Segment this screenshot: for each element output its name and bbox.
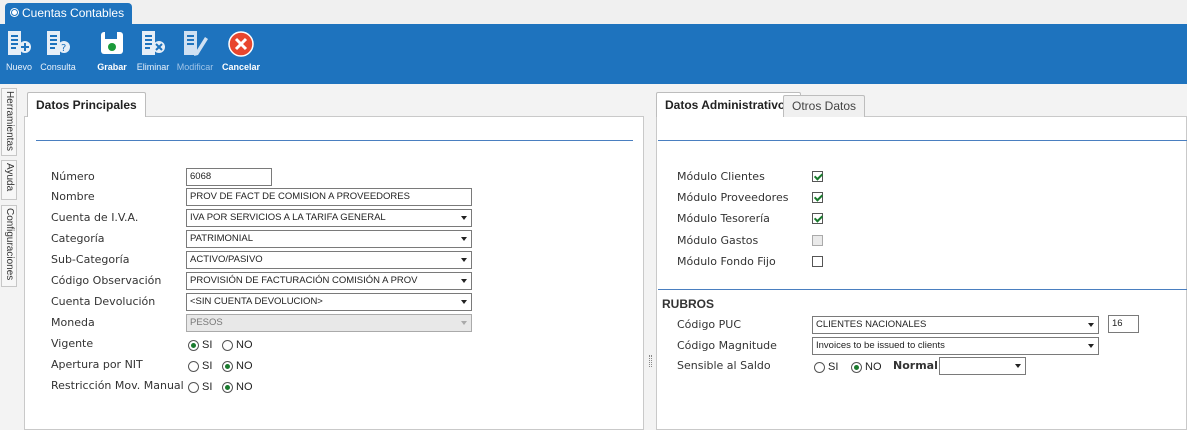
- svg-text:?: ?: [61, 43, 66, 54]
- chevron-down-icon: [461, 321, 467, 325]
- categoria-select[interactable]: PATRIMONIAL: [186, 230, 472, 248]
- vigente-si-radio[interactable]: [188, 340, 199, 351]
- modulo-fondo-fijo-checkbox[interactable]: [812, 256, 823, 267]
- modulo-gastos-checkbox: [812, 235, 823, 246]
- save-disk-icon: [101, 32, 123, 54]
- normal-select[interactable]: [939, 357, 1026, 375]
- nombre-label: Nombre: [51, 190, 95, 203]
- edit-document-icon: [184, 31, 208, 56]
- delete-document-icon: [142, 31, 165, 55]
- rubros-title: RUBROS: [662, 297, 715, 311]
- chevron-down-icon: [461, 237, 467, 241]
- restriccion-si-radio[interactable]: [188, 382, 199, 393]
- subcategoria-select[interactable]: ACTIVO/PASIVO: [186, 251, 472, 269]
- panel-splitter-handle[interactable]: [649, 355, 652, 367]
- sensible-saldo-label: Sensible al Saldo: [677, 359, 771, 372]
- modulo-clientes-label: Módulo Clientes: [677, 170, 765, 183]
- moneda-label: Moneda: [51, 316, 95, 329]
- restriccion-no-label: NO: [236, 381, 253, 393]
- new-document-icon: [8, 31, 31, 55]
- tab-otros-datos[interactable]: Otros Datos: [783, 95, 866, 117]
- vigente-no-label: NO: [236, 339, 253, 351]
- app-tab-label: Cuentas Contables: [22, 6, 125, 20]
- chevron-down-icon: [1088, 344, 1094, 348]
- modulo-clientes-checkbox[interactable]: [812, 171, 823, 182]
- tab-cuentas-contables[interactable]: Cuentas Contables: [5, 3, 133, 24]
- nuevo-button[interactable]: Nuevo: [4, 27, 34, 73]
- grabar-button[interactable]: Grabar: [96, 27, 128, 73]
- query-document-icon: ?: [47, 31, 70, 55]
- codigo-observacion-label: Código Observación: [51, 274, 162, 287]
- sensible-no-radio[interactable]: [851, 362, 862, 373]
- modulo-tesoreria-checkbox[interactable]: [812, 213, 823, 224]
- modulo-proveedores-label: Módulo Proveedores: [677, 191, 789, 204]
- modificar-button[interactable]: Modificar: [174, 27, 216, 73]
- side-tab-herramientas[interactable]: Herramientas: [1, 88, 17, 156]
- vigente-si-label: SI: [202, 339, 213, 351]
- app-icon: [11, 9, 18, 16]
- cancel-icon: [228, 31, 254, 57]
- subcategoria-label: Sub-Categoría: [51, 253, 130, 266]
- sensible-si-radio[interactable]: [814, 362, 825, 373]
- sensible-si-label: SI: [828, 361, 839, 373]
- moneda-select: PESOS: [186, 314, 472, 332]
- chevron-down-icon: [461, 300, 467, 304]
- cuenta-iva-select[interactable]: IVA POR SERVICIOS A LA TARIFA GENERAL: [186, 209, 472, 227]
- codigo-puc-code-field[interactable]: 16: [1108, 315, 1139, 333]
- eliminar-button[interactable]: Eliminar: [133, 27, 173, 73]
- side-tab-configuraciones[interactable]: Configuraciones: [1, 205, 17, 287]
- modulo-tesoreria-label: Módulo Tesorería: [677, 212, 770, 225]
- tab-datos-administrativos[interactable]: Datos Administrativos: [656, 92, 801, 117]
- tab-datos-principales[interactable]: Datos Principales: [27, 92, 146, 117]
- apertura-no-radio[interactable]: [222, 361, 233, 372]
- cuenta-devolucion-select[interactable]: <SIN CUENTA DEVOLUCION>: [186, 293, 472, 311]
- side-tab-ayuda[interactable]: Ayuda: [1, 160, 17, 200]
- toolbar-ribbon: Nuevo ? Consulta Grabar Eliminar Modific…: [0, 24, 1187, 84]
- consulta-button[interactable]: ? Consulta: [38, 27, 78, 73]
- cuenta-devolucion-label: Cuenta Devolución: [51, 295, 156, 308]
- restriccion-label: Restricción Mov. Manual: [51, 379, 184, 392]
- divider: [36, 140, 633, 141]
- codigo-puc-label: Código PUC: [677, 318, 742, 331]
- numero-label: Número: [51, 170, 95, 183]
- codigo-magnitude-label: Código Magnitude: [677, 339, 777, 352]
- sensible-no-label: NO: [865, 361, 882, 373]
- codigo-magnitude-select[interactable]: Invoices to be issued to clients: [812, 337, 1099, 355]
- modulo-gastos-label: Módulo Gastos: [677, 234, 759, 247]
- normal-label: Normal: [893, 359, 938, 372]
- apertura-si-radio[interactable]: [188, 361, 199, 372]
- right-panel: [656, 116, 1187, 430]
- chevron-down-icon: [461, 216, 467, 220]
- top-bar: Cuentas Contables: [0, 0, 1187, 24]
- apertura-nit-label: Apertura por NIT: [51, 358, 143, 371]
- apertura-no-label: NO: [236, 360, 253, 372]
- cuenta-iva-label: Cuenta de I.V.A.: [51, 211, 139, 224]
- modulo-proveedores-checkbox[interactable]: [812, 192, 823, 203]
- vigente-label: Vigente: [51, 337, 94, 350]
- chevron-down-icon: [1088, 323, 1094, 327]
- numero-field[interactable]: 6068: [186, 168, 272, 186]
- divider: [658, 140, 1187, 141]
- chevron-down-icon: [461, 258, 467, 262]
- apertura-si-label: SI: [202, 360, 213, 372]
- nombre-field[interactable]: PROV DE FACT DE COMISION A PROVEEDORES: [186, 188, 472, 206]
- divider: [658, 289, 1187, 290]
- vigente-no-radio[interactable]: [222, 340, 233, 351]
- chevron-down-icon: [1015, 364, 1021, 368]
- restriccion-no-radio[interactable]: [222, 382, 233, 393]
- restriccion-si-label: SI: [202, 381, 213, 393]
- codigo-puc-select[interactable]: CLIENTES NACIONALES: [812, 316, 1099, 334]
- codigo-observacion-select[interactable]: PROVISIÓN DE FACTURACIÓN COMISIÓN A PROV: [186, 272, 472, 290]
- cancelar-button[interactable]: Cancelar: [219, 27, 263, 73]
- categoria-label: Categoría: [51, 232, 105, 245]
- modulo-fondo-fijo-label: Módulo Fondo Fijo: [677, 255, 776, 268]
- chevron-down-icon: [461, 279, 467, 283]
